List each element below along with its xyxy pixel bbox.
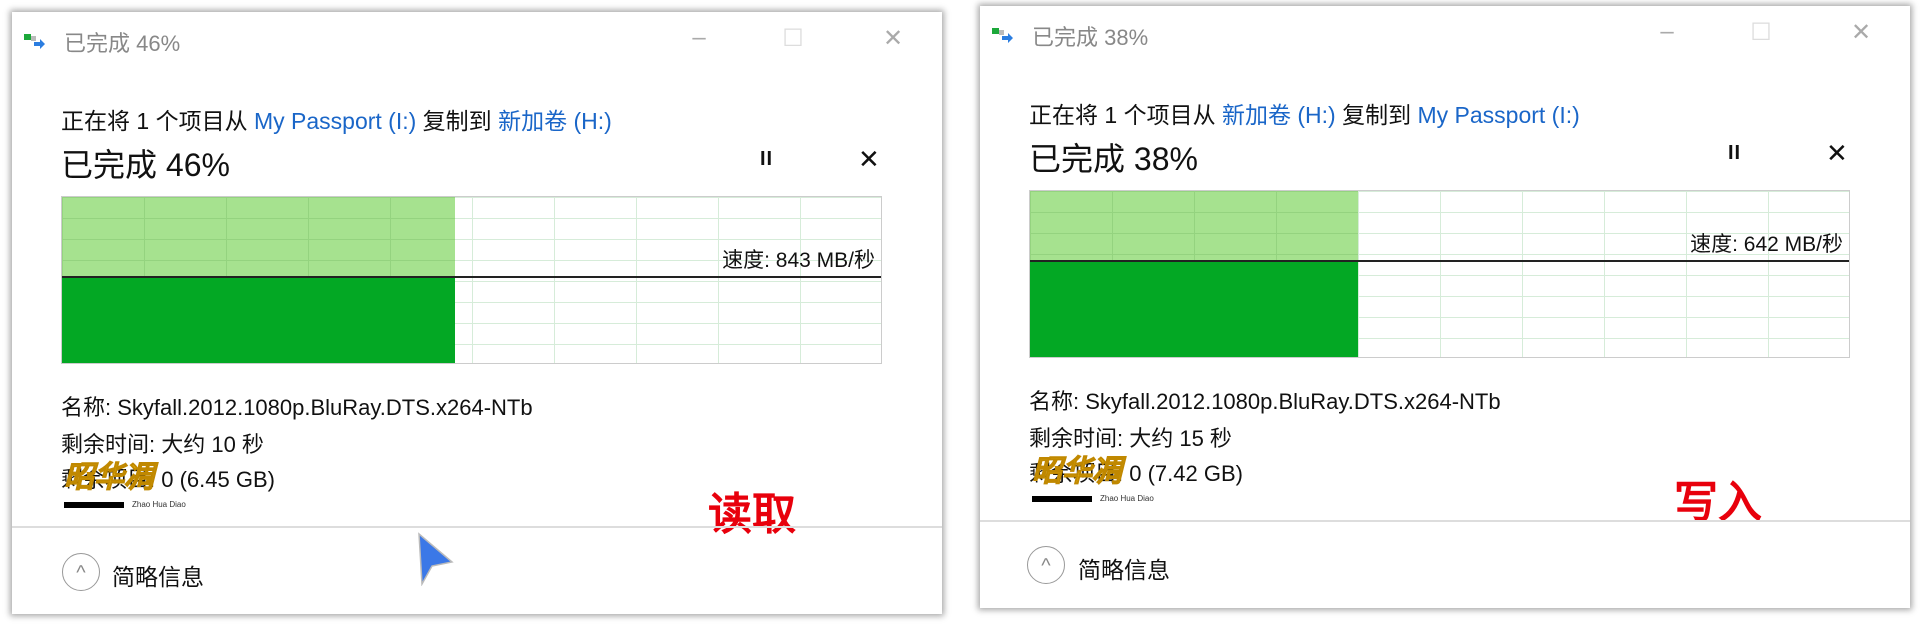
copy-description: 正在将 1 个项目从 新加卷 (H:) 复制到 My Passport (I:) bbox=[1029, 96, 1580, 130]
speed-fill bbox=[62, 278, 456, 363]
dest-link[interactable]: My Passport (I:) bbox=[1417, 102, 1579, 128]
desc-prefix: 正在将 1 个项目从 bbox=[61, 108, 248, 134]
speed-graph: 速度: 642 MB/秒 bbox=[1029, 190, 1850, 358]
window-title: 已完成 46% bbox=[64, 31, 181, 56]
cancel-button[interactable]: ✕ bbox=[858, 144, 880, 175]
fewer-details-button[interactable]: 简略信息 bbox=[112, 558, 204, 592]
collapse-chevron-icon[interactable]: ^ bbox=[1027, 546, 1065, 584]
desc-middle: 复制到 bbox=[1342, 102, 1412, 128]
close-button[interactable]: ✕ bbox=[1846, 18, 1876, 47]
copy-icon bbox=[24, 34, 45, 49]
copy-icon bbox=[992, 28, 1013, 43]
pause-button[interactable]: II bbox=[1728, 142, 1741, 165]
desc-middle: 复制到 bbox=[422, 108, 492, 134]
watermark-bar bbox=[64, 502, 124, 508]
desc-prefix: 正在将 1 个项目从 bbox=[1029, 102, 1216, 128]
speed-line bbox=[62, 276, 881, 279]
fewer-details-button[interactable]: 简略信息 bbox=[1078, 551, 1170, 585]
speed-text: 速度: 642 MB/秒 bbox=[1690, 233, 1843, 257]
copy-dialog-write: 已完成 38% – ☐ ✕ 正在将 1 个项目从 新加卷 (H:) 复制到 My… bbox=[980, 6, 1910, 608]
file-name: 名称: Skyfall.2012.1080p.BluRay.DTS.x264-N… bbox=[61, 395, 533, 420]
source-link[interactable]: 新加卷 (H:) bbox=[1222, 102, 1336, 128]
maximize-button[interactable]: ☐ bbox=[1746, 18, 1776, 47]
speed-line bbox=[1030, 260, 1849, 263]
divider bbox=[980, 520, 1910, 522]
progress-label: 已完成 46% bbox=[61, 147, 230, 183]
watermark-bar bbox=[1032, 496, 1092, 502]
minimize-button[interactable]: – bbox=[1652, 18, 1682, 46]
close-button[interactable]: ✕ bbox=[878, 24, 908, 53]
window-title: 已完成 38% bbox=[1032, 25, 1149, 50]
collapse-chevron-icon[interactable]: ^ bbox=[62, 553, 100, 591]
source-link[interactable]: My Passport (I:) bbox=[254, 108, 416, 134]
minimize-button[interactable]: – bbox=[684, 24, 714, 52]
speed-fill bbox=[1030, 262, 1358, 357]
copy-dialog-read: 已完成 46% – ☐ ✕ 正在将 1 个项目从 My Passport (I:… bbox=[12, 12, 942, 614]
dest-link[interactable]: 新加卷 (H:) bbox=[498, 108, 612, 134]
read-label: 读取 bbox=[708, 490, 796, 539]
watermark-logo: 昭华凋 bbox=[64, 461, 155, 495]
maximize-button[interactable]: ☐ bbox=[778, 24, 808, 53]
cancel-button[interactable]: ✕ bbox=[1826, 138, 1848, 169]
watermark-sub: Zhao Hua Diao bbox=[1100, 494, 1154, 503]
speed-graph: 速度: 843 MB/秒 bbox=[61, 196, 882, 364]
divider bbox=[12, 526, 942, 528]
cursor-arrow-icon bbox=[418, 532, 454, 586]
watermark-logo: 昭华凋 bbox=[1032, 455, 1123, 489]
progress-label: 已完成 38% bbox=[1029, 141, 1198, 177]
file-name: 名称: Skyfall.2012.1080p.BluRay.DTS.x264-N… bbox=[1029, 389, 1501, 414]
watermark-sub: Zhao Hua Diao bbox=[132, 500, 186, 509]
speed-text: 速度: 843 MB/秒 bbox=[722, 249, 875, 273]
pause-button[interactable]: II bbox=[760, 148, 773, 171]
copy-description: 正在将 1 个项目从 My Passport (I:) 复制到 新加卷 (H:) bbox=[61, 102, 612, 136]
